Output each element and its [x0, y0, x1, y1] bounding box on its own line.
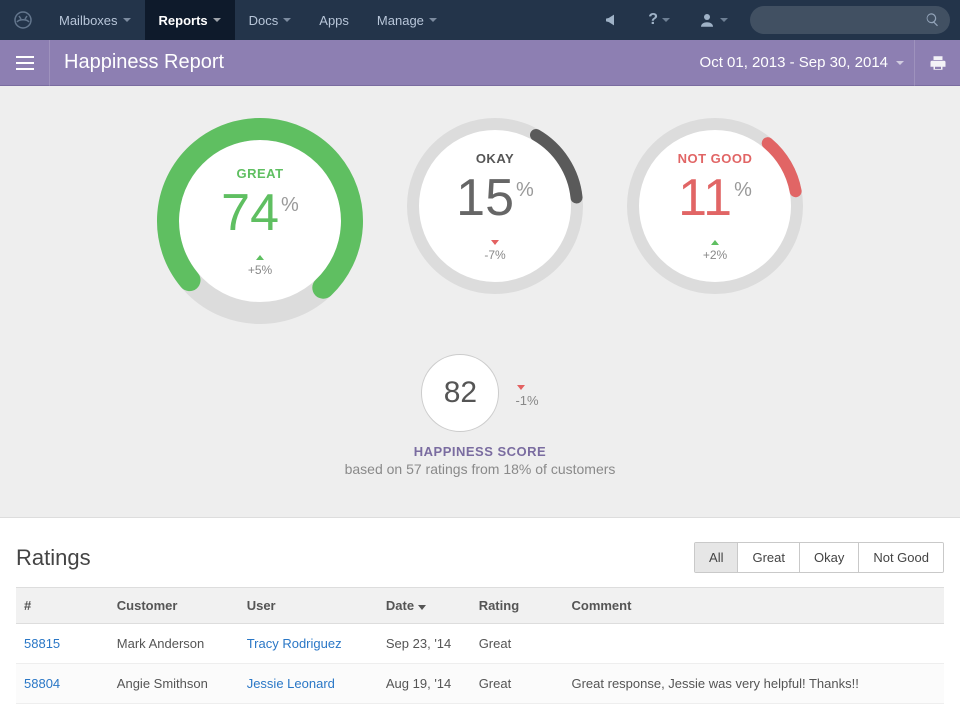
table-row: 58804 Angie Smithson Jessie Leonard Aug 19,… [16, 664, 944, 704]
col-rating[interactable]: Rating [471, 588, 564, 624]
col-[interactable]: # [16, 588, 109, 624]
chevron-down-icon [213, 18, 221, 22]
cell: Jessie Leonard [239, 664, 378, 704]
cell [563, 624, 944, 664]
print-button[interactable] [914, 40, 960, 86]
announcements-icon[interactable] [590, 12, 634, 28]
nav-item-apps[interactable]: Apps [305, 0, 363, 40]
happiness-score-subtext: based on 57 ratings from 18% of customer… [345, 461, 616, 477]
gauge-value: 74 [221, 187, 279, 239]
chevron-down-icon [123, 18, 131, 22]
cell: Great response, Jessie was very helpful!… [563, 664, 944, 704]
gauge-great: GREAT 74% +5% [155, 116, 365, 326]
gauge-value: 11 [678, 172, 732, 224]
cell: Tracy Rodriguez [239, 624, 378, 664]
nav-item-label: Docs [249, 13, 279, 28]
nav-item-mailboxes[interactable]: Mailboxes [45, 0, 145, 40]
filter-all[interactable]: All [695, 543, 737, 572]
happiness-score: 82 -1% HAPPINESS SCORE based on 57 ratin… [0, 354, 960, 477]
filter-great[interactable]: Great [737, 543, 799, 572]
user-link[interactable]: Tracy Rodriguez [247, 636, 342, 651]
chevron-down-icon [283, 18, 291, 22]
ratings-table: #CustomerUserDateRatingComment 58815 Mark… [16, 587, 944, 704]
happiness-score-delta: -1% [515, 378, 538, 408]
gauge-okay: OKAY 15% -7% [405, 116, 585, 296]
happiness-score-label: HAPPINESS SCORE [414, 444, 546, 459]
ratings-section: Ratings AllGreatOkayNot Good #CustomerUs… [0, 518, 960, 714]
nav-item-label: Mailboxes [59, 13, 118, 28]
page-title: Happiness Report [50, 51, 224, 74]
cell: Aug 19, '14 [378, 664, 471, 704]
gauge-label: GREAT [236, 166, 283, 181]
menu-toggle[interactable] [0, 40, 50, 86]
col-date[interactable]: Date [378, 588, 471, 624]
ratings-title: Ratings [16, 545, 91, 571]
table-row: 58815 Mark Anderson Tracy Rodriguez Sep 23,… [16, 624, 944, 664]
col-user[interactable]: User [239, 588, 378, 624]
search-input[interactable] [750, 6, 950, 34]
col-comment[interactable]: Comment [563, 588, 944, 624]
ticket-link[interactable]: 58804 [24, 676, 60, 691]
user-link[interactable]: Jessie Leonard [247, 676, 335, 691]
nav-item-label: Reports [159, 13, 208, 28]
nav-item-label: Apps [319, 13, 349, 28]
cell: Sep 23, '14 [378, 624, 471, 664]
nav-item-manage[interactable]: Manage [363, 0, 451, 40]
top-nav: Mailboxes Reports Docs Apps Manage ? [0, 0, 960, 40]
sort-desc-icon [418, 605, 426, 610]
gauge-label: NOT GOOD [678, 151, 753, 166]
cell: Great [471, 624, 564, 664]
nav-item-label: Manage [377, 13, 424, 28]
date-range-picker[interactable]: Oct 01, 2013 - Sep 30, 2014 [700, 54, 914, 71]
app-logo[interactable] [0, 0, 45, 40]
gauge-delta: +2% [703, 234, 727, 262]
filter-okay[interactable]: Okay [799, 543, 858, 572]
cell: Great [471, 664, 564, 704]
gauge-delta: -7% [484, 234, 505, 262]
user-menu[interactable] [684, 11, 742, 29]
col-customer[interactable]: Customer [109, 588, 239, 624]
chevron-down-icon [896, 61, 904, 65]
page-header: Happiness Report Oct 01, 2013 - Sep 30, … [0, 40, 960, 86]
search-icon [925, 12, 940, 27]
filter-not-good[interactable]: Not Good [858, 543, 943, 572]
ticket-link[interactable]: 58815 [24, 636, 60, 651]
chevron-down-icon [429, 18, 437, 22]
gauge-delta: +5% [248, 249, 272, 277]
nav-item-reports[interactable]: Reports [145, 0, 235, 40]
gauge-notgood: NOT GOOD 11% +2% [625, 116, 805, 296]
ratings-filter-group: AllGreatOkayNot Good [694, 542, 944, 573]
nav-item-docs[interactable]: Docs [235, 0, 306, 40]
happiness-gauges-section: GREAT 74% +5% OKAY 15% -7% NOT GOOD 11% … [0, 86, 960, 518]
cell: Angie Smithson [109, 664, 239, 704]
help-menu[interactable]: ? [634, 11, 684, 29]
gauge-label: OKAY [476, 151, 514, 166]
cell: 58815 [16, 624, 109, 664]
gauge-value: 15 [456, 172, 514, 224]
cell: Mark Anderson [109, 624, 239, 664]
happiness-score-value: 82 [421, 354, 499, 432]
cell: 58804 [16, 664, 109, 704]
